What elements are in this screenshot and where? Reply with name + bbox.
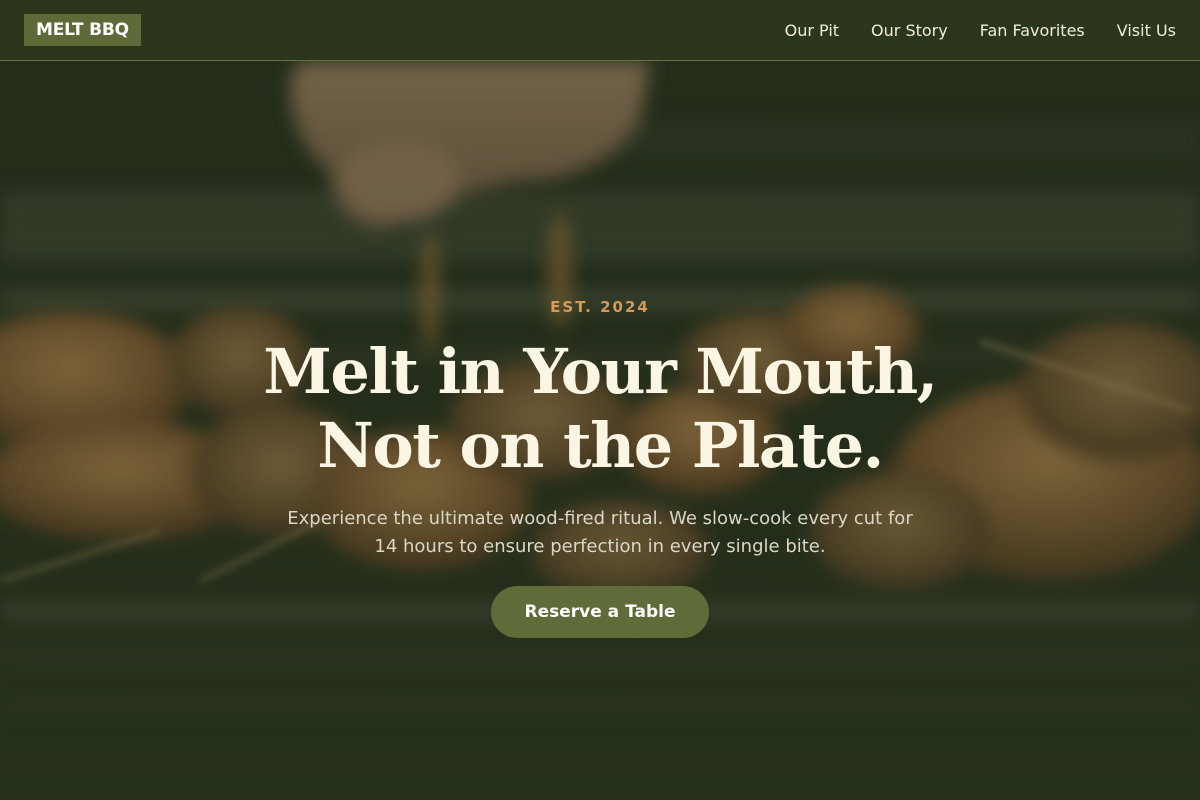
reserve-table-button[interactable]: Reserve a Table bbox=[491, 586, 709, 638]
hero-section: EST. 2024 Melt in Your Mouth, Not on the… bbox=[0, 61, 1200, 800]
nav-link-our-pit[interactable]: Our Pit bbox=[785, 21, 839, 40]
hero-subtext-line-1: Experience the ultimate wood-fired ritua… bbox=[287, 508, 913, 529]
hero-headline-line-1: Melt in Your Mouth, bbox=[263, 335, 938, 408]
top-nav-bar: MELT BBQ Our Pit Our Story Fan Favorites… bbox=[0, 0, 1200, 61]
established-label: EST. 2024 bbox=[550, 298, 650, 316]
nav-link-our-story[interactable]: Our Story bbox=[871, 21, 948, 40]
main-nav: Our Pit Our Story Fan Favorites Visit Us bbox=[785, 0, 1176, 60]
nav-link-visit-us[interactable]: Visit Us bbox=[1117, 21, 1176, 40]
hero-subtext: Experience the ultimate wood-fired ritua… bbox=[250, 505, 950, 561]
logo[interactable]: MELT BBQ bbox=[24, 14, 141, 46]
hero-headline: Melt in Your Mouth, Not on the Plate. bbox=[200, 335, 1000, 483]
hero-headline-line-2: Not on the Plate. bbox=[317, 409, 884, 482]
hero-subtext-line-2: 14 hours to ensure perfection in every s… bbox=[374, 536, 826, 557]
hero-content: EST. 2024 Melt in Your Mouth, Not on the… bbox=[0, 61, 1200, 800]
nav-link-fan-favorites[interactable]: Fan Favorites bbox=[980, 21, 1085, 40]
